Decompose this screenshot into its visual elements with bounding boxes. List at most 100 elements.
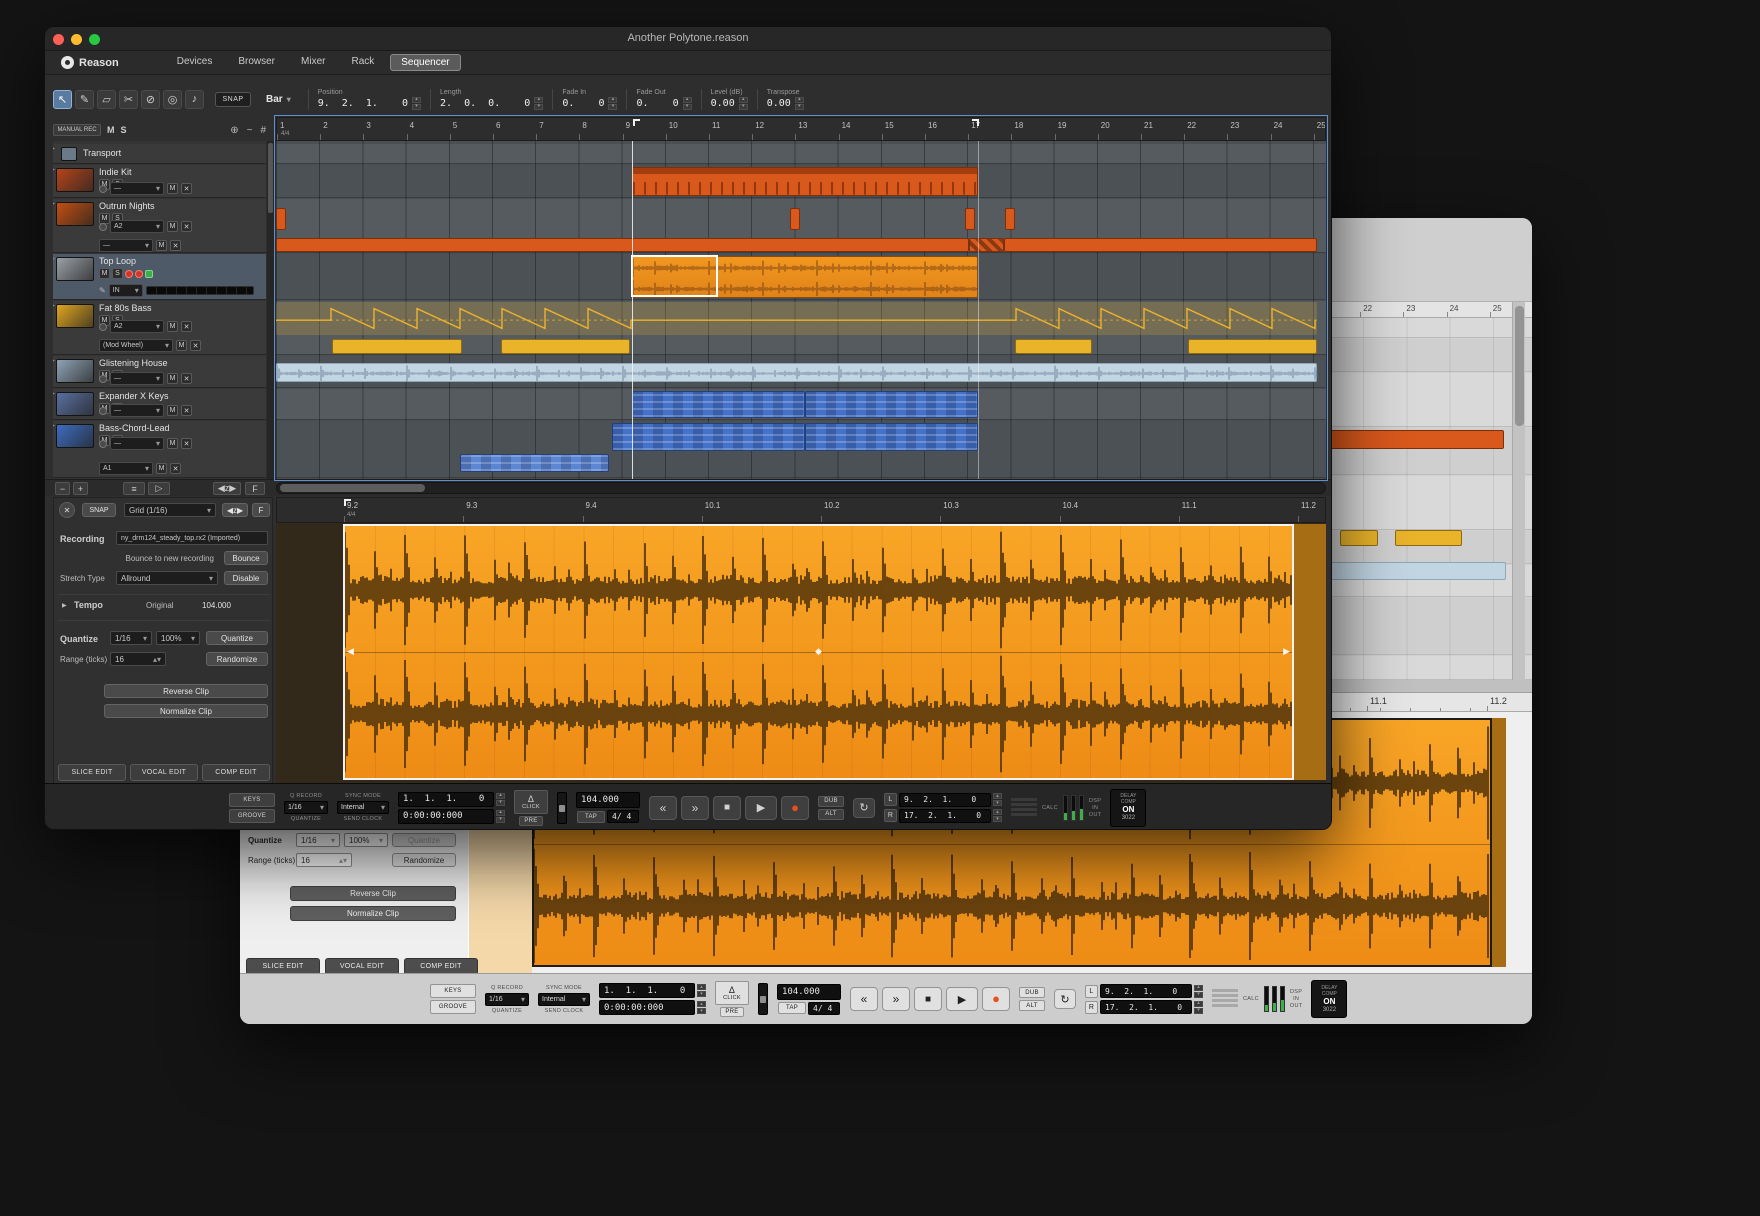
record-button[interactable]: ● xyxy=(781,796,809,820)
clip-outrun[interactable] xyxy=(276,238,969,252)
track-header-transport[interactable]: ▸Transport xyxy=(53,144,266,164)
spinner-down-icon[interactable]: ▾ xyxy=(496,817,505,823)
spinner-up-icon[interactable]: ▴ xyxy=(739,97,748,103)
edit-follow-button[interactable]: F xyxy=(252,503,270,517)
nav-tab-mixer[interactable]: Mixer xyxy=(291,54,335,71)
spinner-down-icon[interactable]: ▾ xyxy=(993,816,1002,822)
spinner-up-icon[interactable]: ▴ xyxy=(993,809,1002,815)
bounce-button[interactable]: Bounce xyxy=(224,551,268,565)
record-arm-icon[interactable] xyxy=(135,270,143,278)
spinner-down-icon[interactable]: ▾ xyxy=(1194,1008,1203,1014)
quantize-button[interactable]: Quantize xyxy=(206,631,268,645)
randomize-button[interactable]: Randomize xyxy=(206,652,268,666)
spinner-up-icon[interactable]: ▴ xyxy=(1194,985,1203,991)
clip-glist[interactable] xyxy=(276,363,1317,382)
spinner-up-icon[interactable]: ▴ xyxy=(496,793,505,799)
clip-fat80s-automation[interactable] xyxy=(276,302,1317,335)
clip-outrun[interactable] xyxy=(790,208,800,230)
spinner-down-icon[interactable]: ▾ xyxy=(534,104,543,110)
collapse-icon[interactable]: ▸ xyxy=(53,302,55,309)
randomize-button[interactable]: Randomize xyxy=(392,853,456,867)
spinner-up-icon[interactable]: ▴ xyxy=(608,97,617,103)
back-clip-yellow[interactable] xyxy=(1340,530,1378,546)
lane-delete-button[interactable]: ✕ xyxy=(181,321,192,332)
ruler-unit-select[interactable]: Bar ▾ xyxy=(266,94,291,105)
track-list-scrollbar[interactable] xyxy=(267,141,274,479)
song-position-display[interactable]: 1. 1. 1. 0 xyxy=(599,983,695,998)
groove-button[interactable]: GROOVE xyxy=(229,809,275,823)
snap-toggle[interactable]: SNAP xyxy=(215,92,251,107)
arrow-tool[interactable]: ↖ xyxy=(53,90,72,109)
speaker-tool[interactable]: ♪ xyxy=(185,90,204,109)
reverse-clip-button[interactable]: Reverse Clip xyxy=(104,684,268,698)
edit-snap-toggle[interactable]: SNAP xyxy=(82,503,116,517)
clip-expander[interactable] xyxy=(805,391,978,418)
solo-button[interactable]: S xyxy=(112,268,123,279)
track-header-outrun[interactable]: ▸Outrun NightsMSA2▾M✕—▾M✕ xyxy=(53,199,266,253)
close-edit-panel-button[interactable]: ✕ xyxy=(59,502,75,518)
loop-start-marker[interactable] xyxy=(633,119,640,126)
quantize-value-select[interactable]: 1/16▾ xyxy=(296,833,340,847)
spinner-up-icon[interactable]: ▴ xyxy=(993,793,1002,799)
lane-arm-icon[interactable] xyxy=(99,223,107,231)
collapse-icon[interactable]: ▸ xyxy=(53,166,55,173)
clip-toploop[interactable] xyxy=(632,256,978,298)
lane-target-select[interactable]: —▾ xyxy=(110,437,164,450)
lane-target-select[interactable]: A2▾ xyxy=(110,220,164,233)
collapse-icon[interactable]: ▸ xyxy=(53,145,55,152)
loop-left-display[interactable]: 9. 2. 1. 0 xyxy=(1100,984,1192,998)
range-ticks-field[interactable]: 16▴▾ xyxy=(110,652,166,666)
clip-outrun[interactable] xyxy=(965,208,975,230)
normalize-clip-button[interactable]: Normalize Clip xyxy=(104,704,268,718)
lane-mute-button[interactable]: M xyxy=(167,438,178,449)
clip-fat80s[interactable] xyxy=(1015,339,1093,354)
nav-tab-browser[interactable]: Browser xyxy=(228,54,285,71)
time-signature-display[interactable]: 4/ 4 xyxy=(607,810,639,823)
pre-count-button[interactable]: PRE xyxy=(519,816,543,826)
zoom-out-button[interactable]: − xyxy=(55,482,70,495)
lane-mute-button[interactable]: M xyxy=(167,405,178,416)
collapse-icon[interactable]: ▸ xyxy=(53,357,55,364)
spinner-down-icon[interactable]: ▾ xyxy=(412,104,421,110)
clip-outrun[interactable] xyxy=(1005,208,1015,230)
spinner-down-icon[interactable]: ▾ xyxy=(697,991,706,997)
record-arm-icon[interactable] xyxy=(125,270,133,278)
arrange-grid[interactable] xyxy=(276,141,1326,479)
lane-delete-button[interactable]: ✕ xyxy=(170,240,181,251)
spinner-down-icon[interactable]: ▾ xyxy=(697,1008,706,1014)
collapse-icon[interactable]: ▸ xyxy=(53,422,55,429)
spinner-up-icon[interactable]: ▴ xyxy=(697,984,706,990)
clip-bass[interactable] xyxy=(460,454,610,472)
back-vertical-scrollbar-thumb[interactable] xyxy=(1515,306,1524,426)
record-button[interactable]: ● xyxy=(982,987,1010,1011)
rewind-button[interactable]: « xyxy=(649,796,677,820)
spinner-up-icon[interactable]: ▴ xyxy=(534,97,543,103)
clip-expander[interactable] xyxy=(632,391,805,418)
grid-options-icon[interactable]: # xyxy=(260,125,266,136)
play-button[interactable]: ▶ xyxy=(946,987,978,1011)
time-position-display[interactable]: 0:00:00:000 xyxy=(599,1000,695,1015)
loop-toggle-button[interactable]: ↻ xyxy=(1054,989,1076,1009)
loop-right-display[interactable]: 17. 2. 1. 0 xyxy=(899,809,991,823)
nav-tab-sequencer[interactable]: Sequencer xyxy=(390,54,460,71)
lane-arm-icon[interactable] xyxy=(99,185,107,193)
spinner-up-icon[interactable]: ▴ xyxy=(1194,1001,1203,1007)
pointer-handle-icon[interactable]: ▷ xyxy=(148,482,170,495)
lane-mute-button[interactable]: M xyxy=(167,183,178,194)
bar-ruler[interactable]: 1234567891011121314151617181920212223242… xyxy=(276,117,1326,141)
time-signature-display[interactable]: 4/ 4 xyxy=(808,1002,840,1015)
edit-grid-select[interactable]: Grid (1/16)▾ xyxy=(124,503,216,517)
clip-left-handle[interactable]: ◀ xyxy=(347,646,354,657)
spinner-down-icon[interactable]: ▾ xyxy=(795,104,804,110)
quantize-value-select[interactable]: 1/16▾ xyxy=(110,631,152,645)
normalize-clip-button[interactable]: Normalize Clip xyxy=(290,906,456,921)
track-header-bass[interactable]: ▸Bass-Chord-LeadMS—▾M✕A1▾M✕ xyxy=(53,421,266,478)
zoom-to-selection-button[interactable]: ◀z▶ xyxy=(213,482,241,495)
sync-mode-select[interactable]: Internal▾ xyxy=(538,993,590,1006)
nav-tab-rack[interactable]: Rack xyxy=(341,54,384,71)
back-clip-orange[interactable] xyxy=(1325,430,1504,449)
clip-outrun[interactable] xyxy=(969,238,1004,252)
tap-tempo-button[interactable]: TAP xyxy=(778,1002,806,1014)
reason-brand[interactable]: Reason xyxy=(61,56,119,69)
clip-fat80s[interactable] xyxy=(332,339,462,354)
